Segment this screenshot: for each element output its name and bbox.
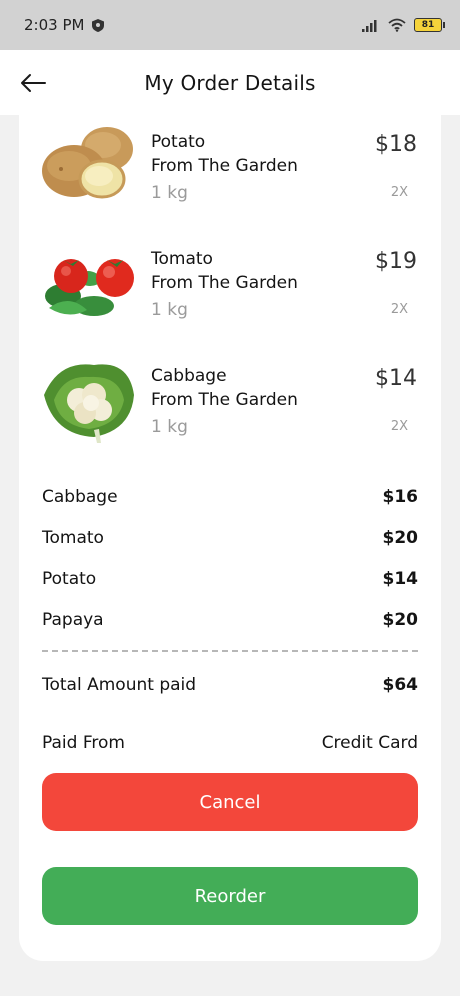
signal-icon	[362, 19, 377, 32]
total-row: Total Amount paid $64	[42, 673, 418, 697]
cabbage-icon	[44, 364, 134, 443]
summary-row: Cabbage $16	[42, 485, 418, 509]
product-name: Potato	[151, 132, 206, 152]
status-right: 81	[362, 18, 445, 32]
total-label: Total Amount paid	[42, 675, 197, 695]
product-quantity: 2X	[390, 419, 408, 434]
summary-label: Papaya	[42, 610, 104, 630]
product-item-tomato[interactable]: Tomato From The Garden 1 kg $19 2X	[19, 238, 441, 338]
product-quantity: 2X	[390, 185, 408, 200]
summary-row: Potato $14	[42, 567, 418, 591]
product-price: $19	[375, 249, 417, 274]
cancel-button-label: Cancel	[199, 791, 261, 813]
summary-amount: $16	[382, 487, 419, 507]
reorder-button-label: Reorder	[194, 885, 266, 907]
cancel-button[interactable]: Cancel	[42, 773, 418, 831]
summary-amount: $20	[382, 610, 419, 630]
back-button[interactable]	[18, 68, 48, 98]
product-item-cabbage[interactable]: Cabbage From The Garden 1 kg $14 2X	[19, 355, 441, 455]
header: My Order Details	[0, 50, 460, 115]
product-name: Cabbage	[151, 366, 227, 386]
payment-row: Paid From Credit Card	[42, 731, 418, 755]
product-price: $14	[375, 366, 417, 391]
order-card: Potato From The Garden 1 kg $18 2X Tomat…	[19, 115, 441, 961]
status-bar: 2:03 PM 81	[0, 0, 460, 50]
arrow-left-icon	[21, 74, 46, 92]
reorder-button[interactable]: Reorder	[42, 867, 418, 925]
tomato-icon	[45, 259, 134, 316]
paid-from-value: Credit Card	[321, 733, 418, 753]
status-left: 2:03 PM	[24, 16, 105, 34]
summary-amount: $14	[382, 569, 419, 589]
total-amount: $64	[382, 675, 419, 695]
product-origin: From The Garden	[151, 390, 298, 410]
product-weight: 1 kg	[151, 183, 188, 203]
product-item-potato[interactable]: Potato From The Garden 1 kg $18 2X	[19, 121, 441, 221]
battery-level: 81	[421, 20, 435, 30]
status-time: 2:03 PM	[24, 16, 85, 34]
product-price: $18	[375, 132, 417, 157]
product-origin: From The Garden	[151, 156, 298, 176]
page-title: My Order Details	[144, 70, 316, 95]
wifi-icon	[388, 18, 406, 32]
potato-icon	[42, 127, 133, 199]
summary-label: Cabbage	[42, 487, 118, 507]
summary-label: Tomato	[42, 528, 104, 548]
dashed-divider	[42, 650, 418, 652]
shield-icon	[92, 18, 105, 32]
summary-row: Tomato $20	[42, 526, 418, 550]
product-quantity: 2X	[390, 302, 408, 317]
paid-from-label: Paid From	[42, 733, 125, 753]
battery-icon: 81	[414, 18, 445, 32]
summary-row: Papaya $20	[42, 608, 418, 632]
product-name: Tomato	[151, 249, 213, 269]
summary-label: Potato	[42, 569, 97, 589]
product-origin: From The Garden	[151, 273, 298, 293]
product-weight: 1 kg	[151, 300, 188, 320]
product-weight: 1 kg	[151, 417, 188, 437]
summary-amount: $20	[382, 528, 419, 548]
